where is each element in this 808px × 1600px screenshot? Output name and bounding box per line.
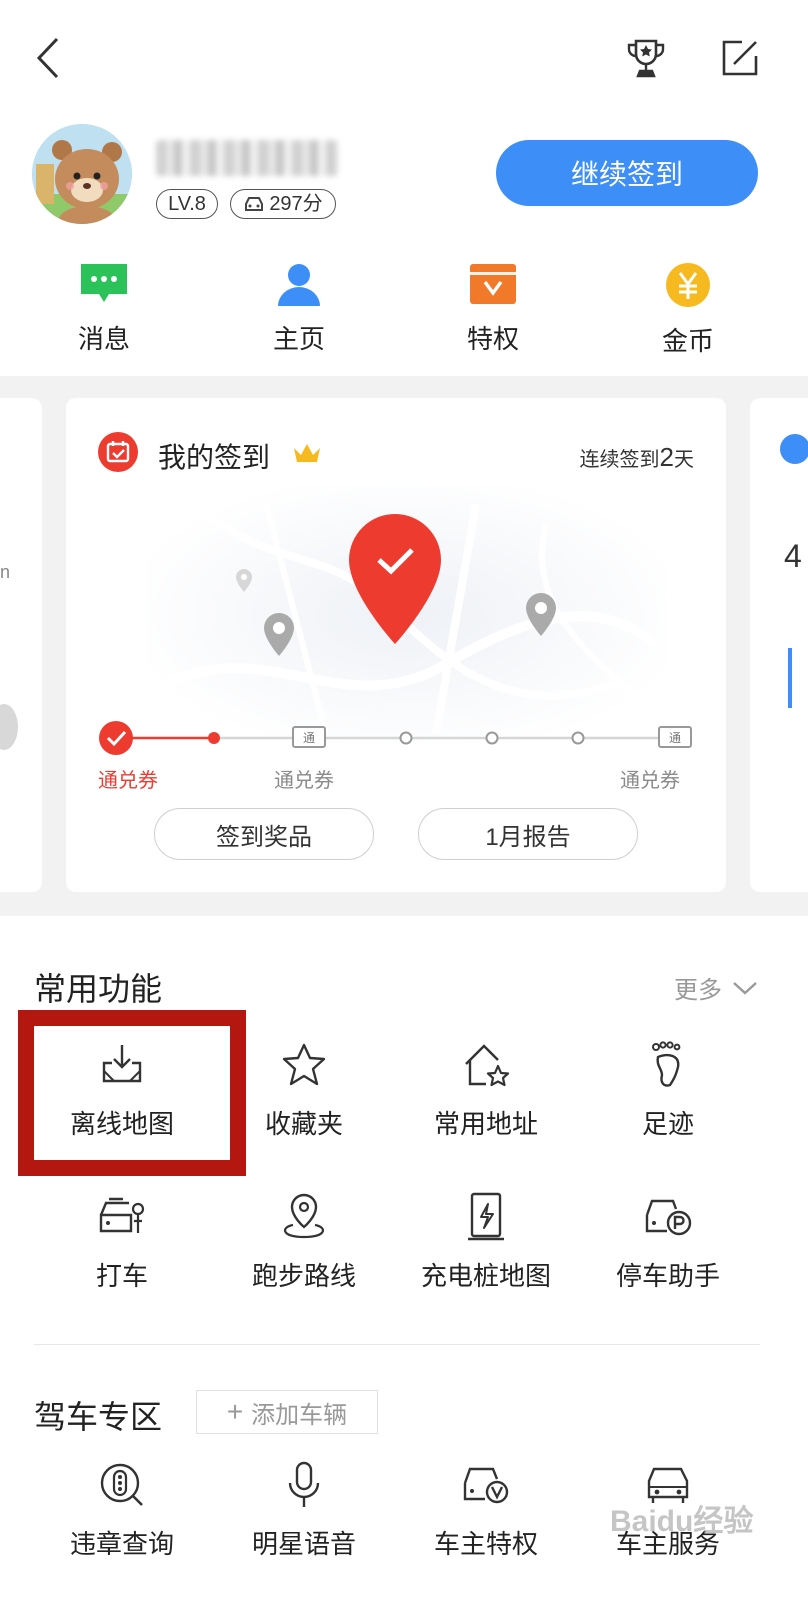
violation-query-icon <box>100 1463 143 1506</box>
common-address-item[interactable]: 常用地址 <box>396 1040 576 1141</box>
violation-query-item[interactable]: 违章查询 <box>32 1460 212 1561</box>
carousel-card-prev[interactable]: n <box>0 398 42 892</box>
timeline-label-3: 通兑券 <box>620 770 680 792</box>
offline-map-label: 离线地图 <box>69 1109 174 1139</box>
footprint-label: 足迹 <box>641 1109 694 1139</box>
more-link[interactable]: 更多 <box>674 970 758 1005</box>
user-icon <box>278 264 320 306</box>
map-pin-left-icon <box>264 613 294 656</box>
map-pin-right-icon <box>526 593 556 636</box>
taxi-icon <box>99 1197 145 1233</box>
footprint-icon <box>652 1041 681 1087</box>
crown-icon <box>294 444 320 462</box>
microphone-icon <box>288 1461 320 1507</box>
plus-icon: + <box>226 1396 244 1427</box>
points-text: 297分 <box>269 193 323 215</box>
trophy-icon[interactable] <box>622 36 670 82</box>
ticket-text: 通 <box>668 730 681 745</box>
calendar-icon <box>98 432 138 472</box>
ticket-icon: 通 <box>658 726 692 748</box>
back-arrow-icon[interactable] <box>28 34 68 82</box>
footprint-item[interactable]: 足迹 <box>578 1040 758 1141</box>
continue-checkin-button[interactable]: 继续签到 <box>496 140 758 206</box>
offline-map-download-icon <box>102 1045 142 1083</box>
parking-label: 停车助手 <box>615 1261 720 1291</box>
more-label: 更多 <box>674 977 722 1004</box>
checkin-timeline <box>99 721 678 755</box>
checkin-prize-label: 签到奖品 <box>216 823 312 851</box>
star-voice-label: 明星语音 <box>251 1529 356 1559</box>
level-text: LV.8 <box>168 193 206 215</box>
car-icon <box>245 197 264 211</box>
nav-privilege[interactable]: 特权 <box>443 262 543 356</box>
favorites-label: 收藏夹 <box>264 1109 343 1139</box>
avatar[interactable] <box>32 124 132 224</box>
charging-pile-icon <box>468 1192 504 1241</box>
continue-checkin-label: 继续签到 <box>570 159 683 190</box>
common-functions-title: 常用功能 <box>34 971 163 1007</box>
star-icon <box>282 1043 326 1086</box>
charging-pile-item[interactable]: 充电桩地图 <box>396 1192 576 1293</box>
next-card-fragment: 4 <box>784 538 802 574</box>
add-vehicle-label: 添加车辆 <box>251 1401 348 1429</box>
prev-card-circle <box>0 704 18 750</box>
checkin-title: 我的签到 <box>158 442 271 473</box>
star-voice-item[interactable]: 明星语音 <box>214 1460 394 1561</box>
carousel-card-next[interactable]: 4 <box>750 398 808 892</box>
monthly-report-button[interactable]: 1月报告 <box>418 808 638 860</box>
nav-message-label: 消息 <box>77 324 130 354</box>
ticket-text: 通 <box>302 730 315 745</box>
checkin-pin-icon <box>349 514 441 644</box>
add-vehicle-button[interactable]: + 添加车辆 <box>196 1390 378 1434</box>
message-icon <box>81 264 127 302</box>
map-pin-small-icon <box>236 569 252 592</box>
driving-zone-title: 驾车专区 <box>34 1399 163 1435</box>
offline-map-item[interactable]: 离线地图 <box>32 1040 212 1141</box>
streak-suffix: 天 <box>674 449 694 471</box>
streak-prefix: 连续签到 <box>579 449 660 471</box>
car-privilege-item[interactable]: 车主特权 <box>396 1460 576 1561</box>
nav-home[interactable]: 主页 <box>249 262 349 356</box>
charging-pile-label: 充电桩地图 <box>420 1261 551 1291</box>
parking-item[interactable]: 停车助手 <box>578 1192 758 1293</box>
chevron-down-icon <box>733 981 757 995</box>
timeline-label-1: 通兑券 <box>98 770 158 792</box>
level-badge[interactable]: LV.8 <box>156 189 218 219</box>
ticket-icon: 通 <box>292 726 326 748</box>
timeline-label-2: 通兑券 <box>274 770 334 792</box>
running-route-item[interactable]: 跑步路线 <box>214 1192 394 1293</box>
next-card-icon <box>780 434 808 464</box>
username-blurred <box>156 140 338 176</box>
streak-text: 连续签到 2 天 <box>580 442 694 473</box>
running-route-label: 跑步路线 <box>251 1261 356 1291</box>
parking-icon <box>645 1199 692 1236</box>
baidu-watermark: Baidu经验 <box>610 1505 754 1538</box>
taxi-label: 打车 <box>95 1261 148 1291</box>
prev-card-fragment: n <box>0 562 11 582</box>
monthly-report-label: 1月报告 <box>485 823 571 851</box>
car-privilege-label: 车主特权 <box>433 1529 538 1559</box>
nav-message[interactable]: 消息 <box>54 262 154 356</box>
favorites-item[interactable]: 收藏夹 <box>214 1040 394 1141</box>
nav-home-label: 主页 <box>272 324 325 354</box>
violation-query-label: 违章查询 <box>69 1529 174 1559</box>
coin-icon <box>666 263 710 307</box>
checkin-prize-button[interactable]: 签到奖品 <box>154 808 374 860</box>
nav-coin[interactable]: 金币 <box>638 262 738 358</box>
taxi-item[interactable]: 打车 <box>32 1192 212 1293</box>
privilege-icon <box>470 264 516 304</box>
nav-privilege-label: 特权 <box>466 324 519 354</box>
running-route-icon <box>284 1193 324 1239</box>
points-badge[interactable]: 297分 <box>230 189 336 219</box>
section-divider <box>34 1344 760 1345</box>
streak-days: 2 <box>659 442 674 472</box>
home-star-icon <box>465 1044 510 1087</box>
next-card-bar <box>788 648 792 708</box>
nav-coin-label: 金币 <box>661 326 714 356</box>
common-address-label: 常用地址 <box>433 1109 538 1139</box>
edit-icon[interactable] <box>718 36 762 80</box>
car-vip-icon <box>463 1467 509 1504</box>
